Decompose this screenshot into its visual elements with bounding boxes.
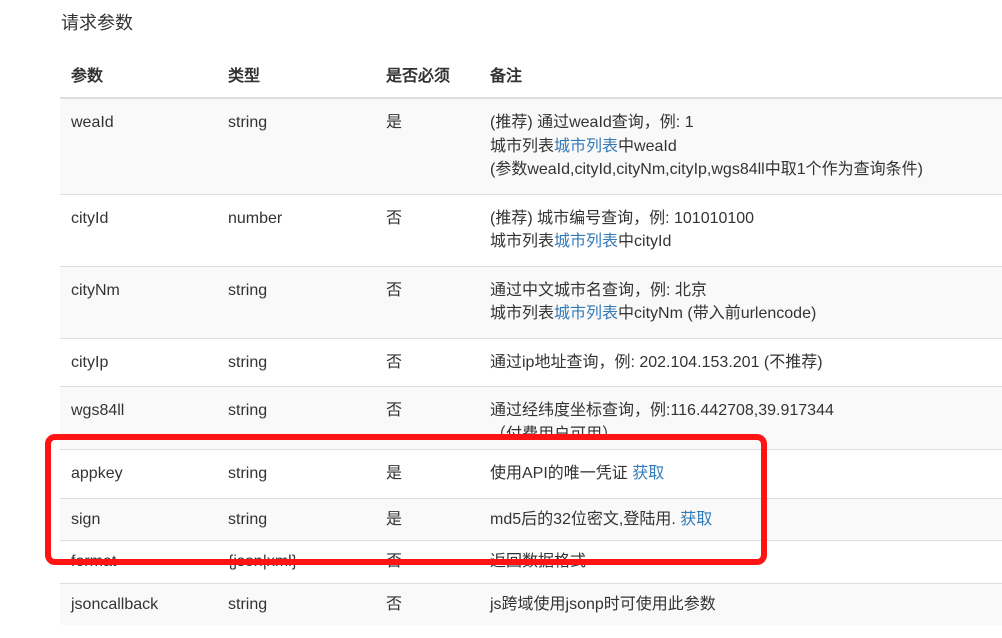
header-required: 是否必须 bbox=[375, 50, 479, 99]
table-row: cityIp string 否 通过ip地址查询，例: 202.104.153.… bbox=[60, 337, 1002, 387]
city-list-link[interactable]: 城市列表 bbox=[554, 138, 618, 155]
param-notes: (推荐) 城市编号查询，例: 101010100 城市列表城市列表中cityId bbox=[479, 193, 1002, 266]
param-name: cityNm bbox=[60, 265, 217, 338]
notes-text: 中cityId bbox=[618, 233, 672, 250]
param-type: string bbox=[217, 97, 375, 194]
param-required: 否 bbox=[375, 582, 479, 625]
param-notes: 通过ip地址查询，例: 202.104.153.201 (不推荐) bbox=[479, 337, 1002, 387]
header-type: 类型 bbox=[217, 50, 375, 99]
param-required: 否 bbox=[375, 193, 479, 266]
param-type: string bbox=[217, 337, 375, 387]
param-type: string bbox=[217, 582, 375, 625]
param-required: 是 bbox=[375, 97, 479, 194]
highlight-box bbox=[45, 434, 767, 565]
param-notes: 通过中文城市名查询，例: 北京 城市列表城市列表中cityNm (带入前urle… bbox=[479, 265, 1002, 338]
notes-clip: 通过经纬度坐标查询，例:116.442708,39.917344 （付费用户可用… bbox=[490, 399, 1002, 437]
notes-text: 中weaId bbox=[618, 137, 677, 155]
param-name: cityId bbox=[60, 193, 217, 266]
param-name: cityIp bbox=[60, 337, 217, 387]
param-type: string bbox=[217, 265, 375, 338]
notes-line: 城市列表城市列表中cityNm (带入前urlencode) bbox=[490, 302, 1002, 326]
notes-text: 城市列表 bbox=[490, 305, 555, 322]
notes-line: (参数weaId,cityId,cityNm,cityIp,wgs84ll中取1… bbox=[490, 161, 923, 178]
section-title: 请求参数 bbox=[61, 13, 133, 33]
table-row: weaId string 是 (推荐) 通过weaId查询，例: 1 城市列表城… bbox=[60, 97, 1002, 194]
param-type: number bbox=[217, 193, 375, 266]
notes-line: 通过ip地址查询，例: 202.104.153.201 (不推荐) bbox=[490, 353, 823, 371]
param-name: weaId bbox=[60, 97, 217, 194]
notes-line: 通过经纬度坐标查询，例:116.442708,39.917344 bbox=[490, 402, 834, 419]
param-name: jsoncallback bbox=[60, 582, 217, 625]
notes-text: 城市列表 bbox=[490, 233, 555, 250]
param-notes: (推荐) 通过weaId查询，例: 1 城市列表城市列表中weaId (参数we… bbox=[479, 97, 1002, 194]
table-row: jsoncallback string 否 js跨域使用jsonp时可使用此参数 bbox=[60, 582, 1002, 625]
city-list-link[interactable]: 城市列表 bbox=[554, 305, 618, 322]
table-header-row: 参数 类型 是否必须 备注 bbox=[60, 50, 1002, 99]
notes-text: 中cityNm (带入前urlencode) bbox=[618, 305, 817, 322]
notes-text: 城市列表 bbox=[490, 137, 555, 155]
notes-line: 通过中文城市名查询，例: 北京 bbox=[490, 281, 707, 299]
header-notes: 备注 bbox=[479, 50, 1002, 99]
param-notes: js跨域使用jsonp时可使用此参数 bbox=[479, 582, 1002, 625]
param-required: 否 bbox=[375, 265, 479, 338]
notes-line: (推荐) 城市编号查询，例: 101010100 bbox=[490, 209, 755, 227]
city-list-link[interactable]: 城市列表 bbox=[554, 233, 618, 250]
header-param: 参数 bbox=[60, 50, 217, 99]
notes-line: 城市列表城市列表中cityId bbox=[490, 230, 1002, 254]
notes-line: (推荐) 通过weaId查询，例: 1 bbox=[490, 114, 694, 131]
param-required: 否 bbox=[375, 337, 479, 387]
notes-line: 城市列表城市列表中weaId bbox=[490, 135, 1002, 159]
table-row: cityNm string 否 通过中文城市名查询，例: 北京 城市列表城市列表… bbox=[60, 265, 1002, 338]
table-row: cityId number 否 (推荐) 城市编号查询，例: 101010100… bbox=[60, 193, 1002, 266]
